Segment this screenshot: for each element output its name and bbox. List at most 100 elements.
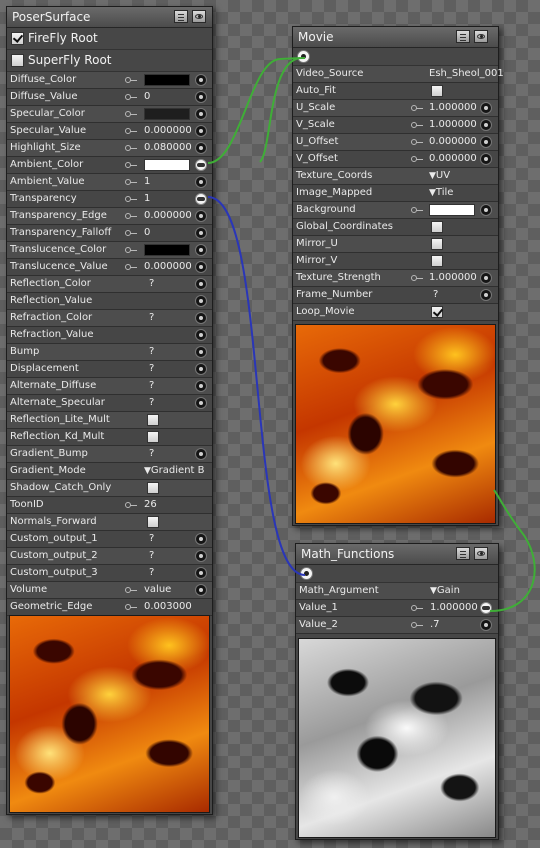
param-value[interactable]: 0.000000 (429, 153, 477, 164)
key-icon[interactable] (125, 77, 137, 83)
input-port[interactable] (195, 278, 207, 290)
param-value[interactable]: 26 (144, 499, 157, 510)
param-value[interactable]: 1.000000 (429, 119, 477, 130)
key-icon[interactable] (411, 105, 423, 111)
input-port[interactable] (195, 142, 207, 154)
input-port[interactable] (195, 210, 207, 222)
dropdown[interactable]: ▼UV (429, 170, 450, 181)
root-checkbox[interactable] (11, 54, 24, 67)
input-port[interactable] (195, 295, 207, 307)
key-icon[interactable] (125, 179, 137, 185)
unset-value[interactable]: ? (149, 312, 154, 323)
key-icon[interactable] (125, 162, 137, 168)
root-checkbox[interactable] (11, 32, 24, 45)
param-value[interactable]: 1.000000 (430, 602, 478, 613)
param-row-transparency-falloff[interactable]: Transparency_Falloff 0 (7, 225, 212, 242)
linked-input-port[interactable] (480, 602, 492, 614)
param-value[interactable]: 1 (144, 193, 150, 204)
param-row-custom-output-1[interactable]: Custom_output_1? (7, 531, 212, 548)
input-port[interactable] (195, 363, 207, 375)
param-row-bump[interactable]: Bump? (7, 344, 212, 361)
input-port[interactable] (195, 448, 207, 460)
param-row-value-2[interactable]: Value_2 .7 (296, 617, 498, 634)
checkbox[interactable] (147, 482, 159, 494)
key-icon[interactable] (125, 587, 137, 593)
param-value[interactable]: Esh_Sheol_001 (429, 68, 504, 79)
key-icon[interactable] (125, 128, 137, 134)
list-icon[interactable] (174, 10, 188, 23)
eye-icon[interactable] (474, 30, 488, 43)
param-row-ambient-color[interactable]: Ambient_Color (7, 157, 212, 174)
param-row-custom-output-3[interactable]: Custom_output_3? (7, 565, 212, 582)
param-row-loop-movie[interactable]: Loop_Movie (293, 304, 498, 321)
input-port[interactable] (195, 312, 207, 324)
linked-input-port[interactable] (195, 193, 207, 205)
key-icon[interactable] (125, 111, 137, 117)
param-row-translucence-value[interactable]: Translucence_Value 0.000000 (7, 259, 212, 276)
param-row-reflection-kd-mult[interactable]: Reflection_Kd_Mult (7, 429, 212, 446)
param-row-custom-output-2[interactable]: Custom_output_2? (7, 548, 212, 565)
param-value[interactable]: 0.000000 (144, 125, 192, 136)
input-port[interactable] (480, 619, 492, 631)
param-row-image-mapped[interactable]: Image_Mapped ▼Tile (293, 185, 498, 202)
color-swatch[interactable] (144, 74, 190, 86)
poser-surface-titlebar[interactable]: PoserSurface (7, 7, 212, 28)
param-row-gradient-mode[interactable]: Gradient_Mode ▼Gradient B (7, 463, 212, 480)
dropdown[interactable]: ▼Gradient B (144, 465, 205, 476)
param-row-u-offset[interactable]: U_Offset 0.000000 (293, 134, 498, 151)
param-row-specular-value[interactable]: Specular_Value 0.000000 (7, 123, 212, 140)
input-port[interactable] (195, 380, 207, 392)
param-value[interactable]: 0.000000 (429, 136, 477, 147)
param-value[interactable]: 0.000000 (144, 210, 192, 221)
eye-icon[interactable] (192, 10, 206, 23)
param-row-specular-color[interactable]: Specular_Color (7, 106, 212, 123)
input-port[interactable] (195, 244, 207, 256)
param-row-mirror-v[interactable]: Mirror_V (293, 253, 498, 270)
color-swatch[interactable] (429, 204, 475, 216)
key-icon[interactable] (125, 604, 137, 610)
checkbox[interactable] (431, 238, 443, 250)
param-row-transparency-edge[interactable]: Transparency_Edge 0.000000 (7, 208, 212, 225)
math-output-port[interactable] (300, 567, 313, 580)
input-port[interactable] (480, 119, 492, 131)
checkbox[interactable] (147, 414, 159, 426)
param-row-frame-number[interactable]: Frame_Number? (293, 287, 498, 304)
param-row-math-argument[interactable]: Math_Argument ▼Gain (296, 583, 498, 600)
checkbox[interactable] (147, 516, 159, 528)
param-value[interactable]: 0 (144, 91, 150, 102)
param-row-transparency[interactable]: Transparency 1 (7, 191, 212, 208)
param-value[interactable]: 1 (144, 176, 150, 187)
checkbox[interactable] (431, 85, 443, 97)
checkbox[interactable] (147, 431, 159, 443)
param-value[interactable]: 0 (144, 227, 150, 238)
param-row-texture-strength[interactable]: Texture_Strength 1.000000 (293, 270, 498, 287)
param-row-geometric-edge[interactable]: Geometric_Edge 0.003000 (7, 599, 212, 616)
param-row-v-offset[interactable]: V_Offset 0.000000 (293, 151, 498, 168)
param-row-diffuse-color[interactable]: Diffuse_Color (7, 72, 212, 89)
input-port[interactable] (480, 289, 492, 301)
math-functions-node[interactable]: Math_Functions Math_Argument ▼Gain Value_1… (295, 543, 499, 840)
param-row-normals-forward[interactable]: Normals_Forward (7, 514, 212, 531)
list-icon[interactable] (456, 547, 470, 560)
param-value[interactable]: 0.000000 (144, 261, 192, 272)
key-icon[interactable] (411, 122, 423, 128)
dropdown[interactable]: ▼Gain (430, 585, 460, 596)
input-port[interactable] (195, 125, 207, 137)
param-row-texture-coords[interactable]: Texture_Coords ▼UV (293, 168, 498, 185)
key-icon[interactable] (125, 213, 137, 219)
param-row-value-1[interactable]: Value_1 1.000000 (296, 600, 498, 617)
key-icon[interactable] (125, 247, 137, 253)
input-port[interactable] (195, 261, 207, 273)
param-row-refraction-color[interactable]: Refraction_Color? (7, 310, 212, 327)
unset-value[interactable]: ? (149, 278, 154, 289)
param-row-background[interactable]: Background (293, 202, 498, 219)
param-row-highlight-size[interactable]: Highlight_Size 0.080000 (7, 140, 212, 157)
param-value[interactable]: 1.000000 (429, 102, 477, 113)
key-icon[interactable] (125, 196, 137, 202)
param-row-v-scale[interactable]: V_Scale 1.000000 (293, 117, 498, 134)
param-row-gradient-bump[interactable]: Gradient_Bump? (7, 446, 212, 463)
root-row-firefly-root[interactable]: FireFly Root (7, 28, 212, 50)
unset-value[interactable]: ? (149, 567, 154, 578)
param-row-alternate-diffuse[interactable]: Alternate_Diffuse? (7, 378, 212, 395)
input-port[interactable] (480, 153, 492, 165)
